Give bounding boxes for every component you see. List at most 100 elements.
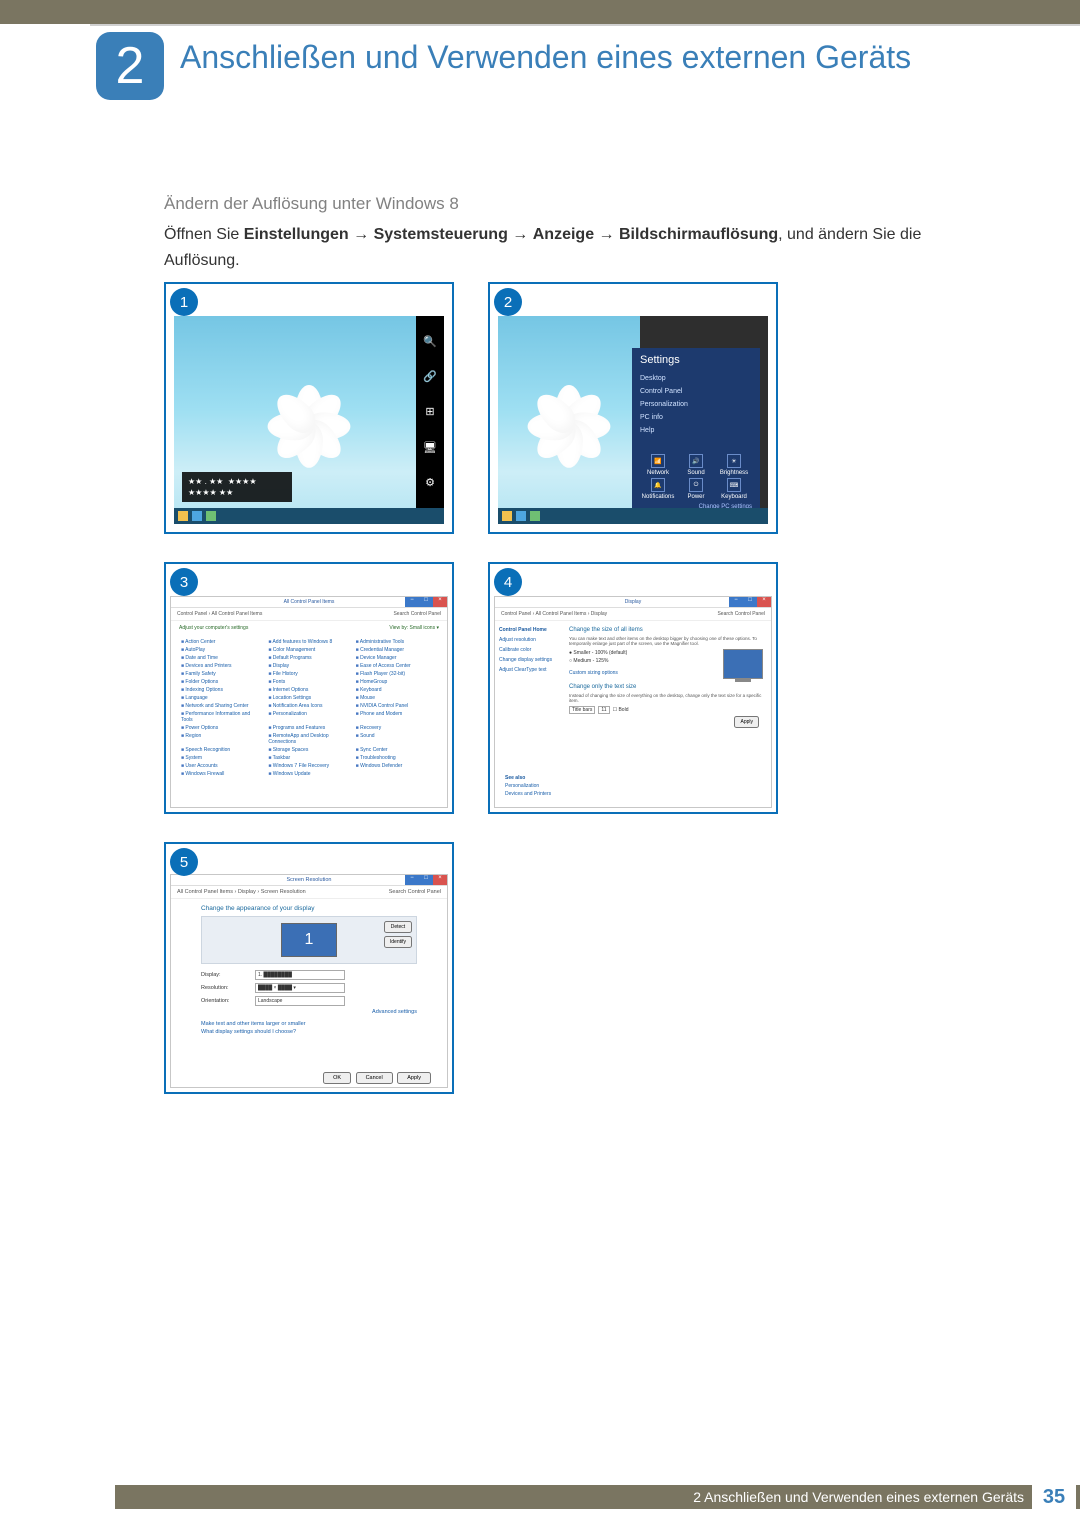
quick-network[interactable]: 📶Network — [640, 454, 676, 476]
settings-item[interactable]: Control Panel — [640, 385, 752, 398]
taskbar[interactable] — [498, 508, 768, 524]
control-panel-item[interactable]: Personalization — [268, 711, 349, 723]
control-panel-item[interactable]: Add features to Windows 8 — [268, 639, 349, 645]
size-select[interactable]: 11 — [598, 706, 609, 714]
breadcrumb[interactable]: All Control Panel Items › Display › Scre… — [171, 886, 447, 899]
control-panel-item[interactable]: Windows Firewall — [181, 771, 262, 777]
control-panel-item[interactable]: Internet Options — [268, 687, 349, 693]
search-input[interactable]: Search Control Panel — [389, 889, 441, 895]
monitor-icon[interactable]: 1 — [281, 923, 337, 957]
control-panel-item[interactable]: Device Manager — [356, 655, 437, 661]
bold-checkbox[interactable]: ☐ Bold — [613, 707, 629, 713]
breadcrumb[interactable]: Control Panel › All Control Panel Items … — [495, 608, 771, 621]
control-panel-item[interactable]: Performance Information and Tools — [181, 711, 262, 723]
sidebar-item[interactable]: Adjust ClearType text — [499, 667, 559, 673]
control-panel-item[interactable]: Administrative Tools — [356, 639, 437, 645]
taskbar-icon[interactable] — [206, 511, 216, 521]
control-panel-item[interactable]: Network and Sharing Center — [181, 703, 262, 709]
resolution-select[interactable]: ████ × ████ ▾ — [255, 983, 345, 993]
text-size-link[interactable]: Make text and other items larger or smal… — [201, 1021, 417, 1027]
taskbar-icon[interactable] — [530, 511, 540, 521]
start-icon[interactable]: ⊞ — [423, 405, 437, 419]
detect-button[interactable]: Detect — [384, 921, 412, 933]
settings-item[interactable]: PC info — [640, 411, 752, 424]
display-settings-window[interactable]: Display −□× Control Panel › All Control … — [494, 596, 772, 808]
seealso-link[interactable]: Personalization — [505, 783, 553, 789]
taskbar-icon[interactable] — [516, 511, 526, 521]
advanced-settings-link[interactable]: Advanced settings — [201, 1009, 417, 1015]
quick-sound[interactable]: 🔊Sound — [678, 454, 714, 476]
control-panel-item[interactable]: Region — [181, 733, 262, 745]
control-panel-item[interactable]: Keyboard — [356, 687, 437, 693]
control-panel-item[interactable]: Indexing Options — [181, 687, 262, 693]
apply-button[interactable]: Apply — [734, 716, 759, 728]
cancel-button[interactable]: Cancel — [356, 1072, 393, 1084]
sidebar-item[interactable]: Adjust resolution — [499, 637, 559, 643]
window-controls[interactable]: −□× — [405, 597, 447, 607]
control-panel-item[interactable]: User Accounts — [181, 763, 262, 769]
settings-item[interactable]: Desktop — [640, 372, 752, 385]
sidebar-item[interactable]: Calibrate color — [499, 647, 559, 653]
identify-button[interactable]: Identify — [384, 936, 412, 948]
control-panel-item[interactable]: System — [181, 755, 262, 761]
window-controls[interactable]: −□× — [405, 875, 447, 885]
taskbar-icon[interactable] — [502, 511, 512, 521]
breadcrumb[interactable]: Control Panel › All Control Panel Items … — [171, 608, 447, 621]
control-panel-item[interactable]: Mouse — [356, 695, 437, 701]
control-panel-item[interactable]: Windows Update — [268, 771, 349, 777]
control-panel-item[interactable]: Phone and Modem — [356, 711, 437, 723]
control-panel-window[interactable]: All Control Panel Items −□× Control Pane… — [170, 596, 448, 808]
control-panel-item[interactable]: Recovery — [356, 725, 437, 731]
item-select[interactable]: Title bars — [569, 706, 595, 714]
control-panel-item[interactable]: Ease of Access Center — [356, 663, 437, 669]
apply-button[interactable]: Apply — [397, 1072, 431, 1084]
control-panel-item[interactable]: File History — [268, 671, 349, 677]
control-panel-item[interactable]: HomeGroup — [356, 679, 437, 685]
taskbar-icon[interactable] — [178, 511, 188, 521]
control-panel-item[interactable]: AutoPlay — [181, 647, 262, 653]
screen-resolution-window[interactable]: Screen Resolution −□× All Control Panel … — [170, 874, 448, 1088]
control-panel-item[interactable]: Location Settings — [268, 695, 349, 701]
control-panel-item[interactable]: Sync Center — [356, 747, 437, 753]
control-panel-item[interactable]: Power Options — [181, 725, 262, 731]
control-panel-item[interactable]: Speech Recognition — [181, 747, 262, 753]
settings-flyout[interactable]: Settings Desktop Control Panel Personali… — [632, 348, 760, 516]
settings-icon[interactable]: ⚙ — [423, 475, 437, 489]
control-panel-item[interactable]: Folder Options — [181, 679, 262, 685]
control-panel-item[interactable]: Flash Player (32-bit) — [356, 671, 437, 677]
sidebar-heading[interactable]: Control Panel Home — [499, 627, 559, 633]
control-panel-item[interactable]: Programs and Features — [268, 725, 349, 731]
quick-brightness[interactable]: ☀Brightness — [716, 454, 752, 476]
search-icon[interactable]: 🔍 — [423, 335, 437, 349]
sidebar-item[interactable]: Change display settings — [499, 657, 559, 663]
control-panel-item[interactable]: Display — [268, 663, 349, 669]
control-panel-item[interactable]: Family Safety — [181, 671, 262, 677]
control-panel-item[interactable]: Taskbar — [268, 755, 349, 761]
control-panel-item[interactable]: Credential Manager — [356, 647, 437, 653]
control-panel-item[interactable]: Windows Defender — [356, 763, 437, 769]
display-select[interactable]: 1. ████████ — [255, 970, 345, 980]
control-panel-item[interactable]: Devices and Printers — [181, 663, 262, 669]
control-panel-item[interactable]: Color Management — [268, 647, 349, 653]
quick-notifications[interactable]: 🔔Notifications — [640, 478, 676, 500]
control-panel-item[interactable]: Troubleshooting — [356, 755, 437, 761]
control-panel-item[interactable]: Date and Time — [181, 655, 262, 661]
control-panel-item[interactable]: Fonts — [268, 679, 349, 685]
search-input[interactable]: Search Control Panel — [717, 611, 765, 617]
devices-icon[interactable]: 🖥 — [423, 440, 437, 454]
settings-item[interactable]: Help — [640, 424, 752, 437]
control-panel-item[interactable]: Action Center — [181, 639, 262, 645]
quick-power[interactable]: ⏻Power — [678, 478, 714, 500]
control-panel-item[interactable]: NVIDIA Control Panel — [356, 703, 437, 709]
control-panel-item[interactable]: RemoteApp and Desktop Connections — [268, 733, 349, 745]
control-panel-item[interactable]: Sound — [356, 733, 437, 745]
control-panel-item[interactable]: Windows 7 File Recovery — [268, 763, 349, 769]
window-controls[interactable]: −□× — [729, 597, 771, 607]
help-link[interactable]: What display settings should I choose? — [201, 1029, 417, 1035]
charms-bar[interactable]: 🔍 🔗 ⊞ 🖥 ⚙ — [416, 316, 444, 508]
search-input[interactable]: Search Control Panel — [393, 611, 441, 617]
view-by-dropdown[interactable]: View by: Small icons ▾ — [389, 625, 439, 631]
control-panel-item[interactable]: Language — [181, 695, 262, 701]
control-panel-item[interactable]: Default Programs — [268, 655, 349, 661]
quick-keyboard[interactable]: ⌨Keyboard — [716, 478, 752, 500]
